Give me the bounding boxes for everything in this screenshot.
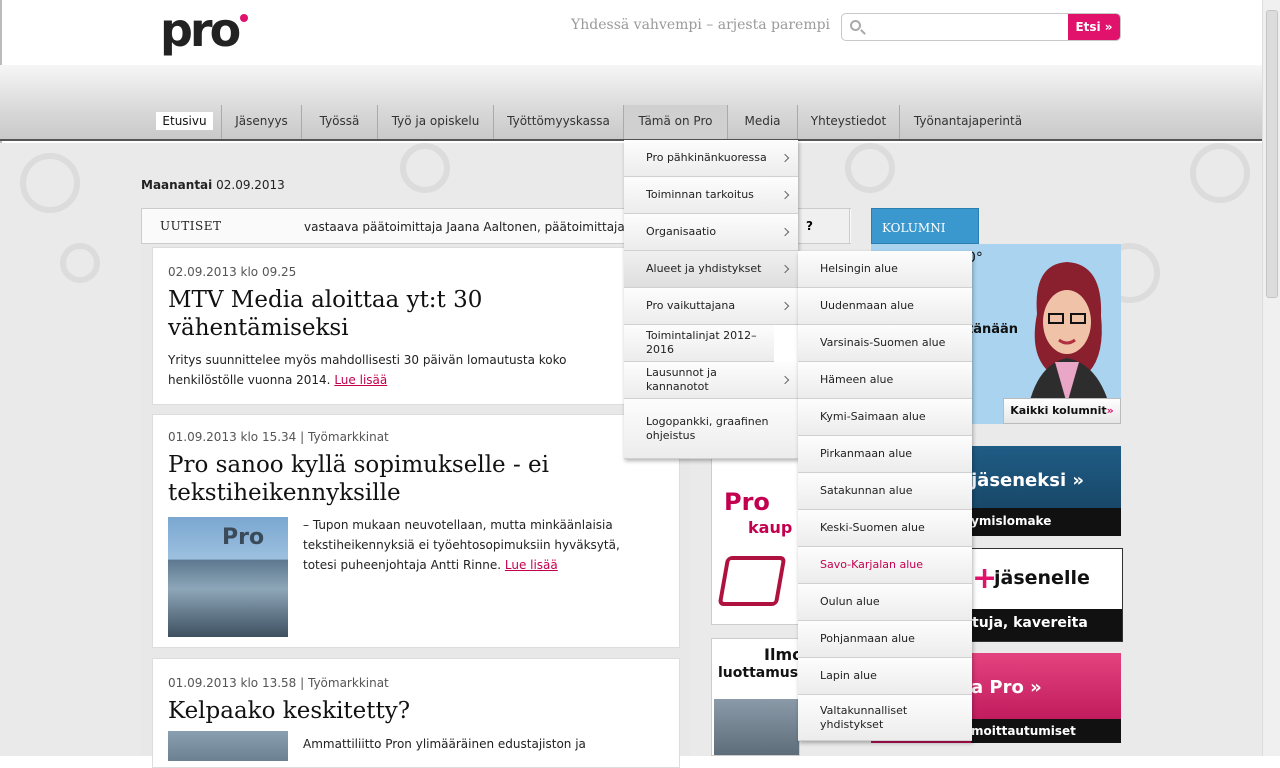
chevron-right-icon bbox=[780, 153, 790, 163]
ad-title: Pro bbox=[724, 488, 770, 516]
clock-icon bbox=[845, 143, 895, 193]
banner-title: jäsenelle bbox=[994, 567, 1090, 589]
news-label: UUTISET bbox=[160, 219, 222, 233]
trustee-ad[interactable]: Ilmoit luottamuste bbox=[711, 638, 816, 756]
nav-tyossa[interactable]: Työssä bbox=[302, 105, 378, 139]
chevron-right-icon bbox=[780, 264, 790, 274]
submenu-item-pirkanmaa[interactable]: Pirkanmaan alue bbox=[798, 436, 972, 473]
news-list: 02.09.2013 klo 09.25 MTV Media aloittaa … bbox=[141, 244, 690, 768]
current-date: Maanantai 02.09.2013 bbox=[141, 178, 285, 192]
gear-icon bbox=[400, 143, 450, 193]
menu-item-pro-vaikuttajana[interactable]: Pro vaikuttajana bbox=[624, 288, 798, 325]
building-sign: Pro bbox=[222, 525, 265, 550]
chevron-right-icon bbox=[780, 227, 790, 237]
menu-item-alueet-ja-yhdistykset[interactable]: Alueet ja yhdistykset bbox=[624, 251, 798, 288]
article-meta: 01.09.2013 klo 15.34 | Työmarkkinat bbox=[168, 430, 389, 444]
search-button[interactable]: Etsi » bbox=[1068, 14, 1120, 40]
news-article: 01.09.2013 klo 13.58 | Työmarkkinat Kelp… bbox=[152, 658, 680, 768]
alueet-submenu: Helsingin alue Uudenmaan alue Varsinais-… bbox=[798, 251, 972, 741]
menu-item-toimintalinjat[interactable]: Toimintalinjat 2012–2016 bbox=[624, 325, 774, 362]
tama-on-pro-dropdown: Pro pähkinänkuoressa Toiminnan tarkoitus… bbox=[624, 140, 798, 459]
menu-item-organisaatio[interactable]: Organisaatio bbox=[624, 214, 798, 251]
all-columns-button[interactable]: Kaikki kolumnit» bbox=[1003, 398, 1121, 424]
column-subtitle-fragment: tänään bbox=[967, 322, 1019, 337]
nav-tyo-ja-opiskelu[interactable]: Työ ja opiskelu bbox=[378, 105, 494, 139]
chevron-right-icon bbox=[780, 375, 790, 385]
submenu-item-varsinais-suomi[interactable]: Varsinais-Suomen alue bbox=[798, 325, 972, 362]
banner-title: jäseneksi » bbox=[971, 470, 1085, 491]
submenu-item-pohjanmaa[interactable]: Pohjanmaan alue bbox=[798, 621, 972, 658]
submenu-item-lappi[interactable]: Lapin alue bbox=[798, 658, 972, 695]
logo-dot bbox=[240, 14, 249, 22]
submenu-item-uusimaa[interactable]: Uudenmaan alue bbox=[798, 288, 972, 325]
article-body: – Tupon mukaan neuvotellaan, mutta minkä… bbox=[303, 518, 620, 572]
ad-photo bbox=[714, 699, 799, 755]
submenu-item-helsinki[interactable]: Helsingin alue bbox=[798, 251, 972, 288]
vertical-scrollbar[interactable] bbox=[1262, 0, 1280, 756]
article-body: Yritys suunnittelee myös mahdollisesti 3… bbox=[168, 353, 567, 387]
read-more-link[interactable]: Lue lisää bbox=[505, 558, 558, 572]
chevron-right-icon bbox=[780, 190, 790, 200]
article-body: Ammattiliitto Pron ylimääräinen edustaji… bbox=[303, 737, 586, 751]
submenu-item-hame[interactable]: Hämeen alue bbox=[798, 362, 972, 399]
article-meta: 02.09.2013 klo 09.25 bbox=[168, 265, 297, 279]
tagline: Yhdessä vahvempi – arjesta parempi bbox=[571, 17, 831, 33]
menu-item-logopankki[interactable]: Logopankki, graafinen ohjeistus bbox=[624, 399, 798, 459]
news-ticker[interactable]: vastaava päätoimittaja Jaana Aaltonen, p… bbox=[304, 220, 626, 234]
banner-subtitle: ymislomake bbox=[971, 508, 1121, 536]
search-box: Etsi » bbox=[841, 13, 1121, 41]
nav-etusivu[interactable]: Etusivu bbox=[148, 105, 222, 139]
article-image[interactable] bbox=[168, 731, 288, 761]
gear-icon bbox=[60, 243, 100, 283]
search-icon bbox=[850, 20, 861, 31]
read-more-link[interactable]: Lue lisää bbox=[334, 373, 387, 387]
news-article: 01.09.2013 klo 15.34 | Työmarkkinat Pro … bbox=[152, 414, 680, 648]
pro-logo[interactable]: pro bbox=[160, 7, 249, 53]
news-article: 02.09.2013 klo 09.25 MTV Media aloittaa … bbox=[152, 247, 680, 405]
submenu-item-savo-karjala[interactable]: Savo-Karjalan alue bbox=[798, 547, 972, 584]
banner-title: a Pro » bbox=[971, 677, 1042, 698]
clock-icon bbox=[20, 153, 80, 213]
scrollbar-thumb[interactable] bbox=[1266, 10, 1278, 298]
clock-icon bbox=[1190, 143, 1250, 203]
submenu-item-valtakunnalliset[interactable]: Valtakunnalliset yhdistykset bbox=[798, 695, 972, 741]
columnist-photo bbox=[1029, 262, 1109, 404]
menu-item-lausunnot-ja-kannanotot[interactable]: Lausunnot ja kannanotot bbox=[624, 362, 798, 399]
logo-text: pro bbox=[160, 3, 241, 57]
submenu-item-satakunta[interactable]: Satakunnan alue bbox=[798, 473, 972, 510]
article-image[interactable]: Pro bbox=[168, 517, 288, 637]
article-title[interactable]: Pro sanoo kyllä sopimukselle - ei teksti… bbox=[168, 451, 668, 507]
submenu-item-oulu[interactable]: Oulun alue bbox=[798, 584, 972, 621]
article-meta: 01.09.2013 klo 13.58 | Työmarkkinat bbox=[168, 676, 389, 690]
nav-media[interactable]: Media bbox=[728, 105, 798, 139]
shopping-cart-icon bbox=[717, 556, 787, 606]
article-title[interactable]: MTV Media aloittaa yt:t 30 vähentämiseks… bbox=[168, 286, 668, 342]
nav-tama-on-pro[interactable]: Tämä on Pro bbox=[624, 105, 728, 139]
nav-yhteystiedot[interactable]: Yhteystiedot bbox=[798, 105, 900, 139]
pro-shop-ad[interactable]: Pro kaup bbox=[711, 445, 800, 625]
search-input[interactable] bbox=[868, 17, 1064, 37]
nav-jasenyys[interactable]: Jäsenyys bbox=[222, 105, 302, 139]
ad-subtitle: kaup bbox=[748, 518, 793, 537]
banner-subtitle: moittautumiset bbox=[971, 719, 1121, 743]
chevron-right-icon bbox=[780, 301, 790, 311]
submenu-item-keski-suomi[interactable]: Keski-Suomen alue bbox=[798, 510, 972, 547]
menu-item-pro-pahkinankuoressa[interactable]: Pro pähkinänkuoressa bbox=[624, 140, 798, 177]
submenu-item-kymi-saimaa[interactable]: Kymi-Saimaan alue bbox=[798, 399, 972, 436]
nav-tyonantajaperinta[interactable]: Työnantajaperintä bbox=[900, 105, 1036, 139]
kolumni-header[interactable]: KOLUMNI bbox=[871, 208, 979, 244]
article-title[interactable]: Kelpaako keskitetty? bbox=[168, 697, 668, 725]
nav-tyottomyyskassa[interactable]: Työttömyyskassa bbox=[494, 105, 624, 139]
menu-item-toiminnan-tarkoitus[interactable]: Toiminnan tarkoitus bbox=[624, 177, 798, 214]
